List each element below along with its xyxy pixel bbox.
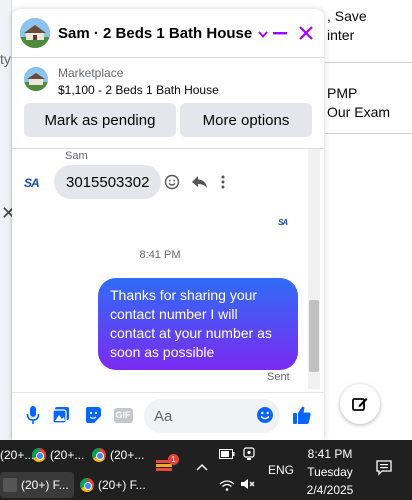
gif-icon[interactable]: GIF: [112, 404, 134, 426]
chrome-icon: [80, 478, 94, 492]
chat-title[interactable]: Sam · 2 Beds 1 Bath House: [58, 25, 252, 42]
read-receipt-avatar: SA: [278, 218, 288, 227]
chat-window: Sam · 2 Beds 1 Bath House Marketplace $1…: [12, 9, 324, 440]
notification-icon[interactable]: [376, 460, 392, 479]
message-timestamp: 8:41 PM: [139, 249, 181, 261]
minimize-icon: [273, 32, 287, 35]
listing-avatar[interactable]: [20, 18, 50, 48]
taskbar-app[interactable]: (20+...: [32, 442, 88, 468]
listing-source: Marketplace: [58, 66, 124, 80]
marketplace-listing: Marketplace $1,100 - 2 Beds 1 Bath House…: [12, 57, 324, 149]
reply-icon[interactable]: [191, 174, 208, 194]
language-indicator[interactable]: ENG: [268, 463, 294, 477]
react-icon[interactable]: [164, 174, 180, 194]
listing-title[interactable]: $1,100 - 2 Beds 1 Bath House: [58, 83, 219, 97]
taskbar-app-label: (20+) F...: [98, 478, 146, 492]
like-button[interactable]: [291, 404, 313, 426]
chevron-down-icon[interactable]: [258, 26, 268, 41]
taskbar-app-label: (20+) F...: [21, 478, 69, 492]
chrome-icon: [92, 448, 106, 462]
close-icon: [299, 26, 313, 40]
close-chat-button[interactable]: [294, 21, 318, 45]
divider: [325, 133, 412, 134]
emoji-icon[interactable]: [254, 404, 276, 426]
incoming-message[interactable]: 3015503302: [54, 165, 162, 199]
listing-thumbnail[interactable]: [24, 67, 48, 91]
taskbar-app-label: (20+...: [0, 448, 35, 462]
window-icon: [3, 478, 17, 492]
scrollbar-thumb[interactable]: [309, 300, 319, 372]
sticker-icon[interactable]: [82, 404, 104, 426]
divider: [325, 62, 412, 63]
message-status: Sent: [267, 371, 290, 383]
background-left-text: ty: [0, 51, 11, 67]
wifi-icon[interactable]: [219, 479, 235, 494]
camera-icon[interactable]: [243, 447, 255, 464]
clock-day: Tuesday: [307, 465, 353, 479]
photo-icon[interactable]: [50, 404, 72, 426]
compose-icon: [352, 398, 368, 411]
sender-name: Sam: [65, 150, 88, 162]
more-actions-icon[interactable]: [220, 174, 226, 194]
taskbar: (20+... (20+... (20+... (20+) F... (20+)…: [0, 440, 412, 500]
taskbar-app-active[interactable]: (20+) F...: [0, 472, 74, 498]
taskbar-app[interactable]: (20+...: [92, 442, 148, 468]
background-text-line: inter: [327, 27, 355, 43]
mark-as-pending-button[interactable]: Mark as pending: [24, 103, 176, 137]
chevron-up-icon[interactable]: [196, 459, 208, 474]
thumbs-up-icon: [293, 406, 311, 424]
taskbar-app-label: (20+...: [110, 448, 145, 462]
gif-label: GIF: [113, 407, 133, 423]
battery-icon[interactable]: [219, 448, 235, 462]
chat-header[interactable]: Sam · 2 Beds 1 Bath House: [12, 9, 324, 57]
clock-time: 8:41 PM: [307, 447, 353, 461]
speaker-mute-icon[interactable]: [240, 478, 256, 493]
taskbar-app-label: (20+...: [50, 448, 85, 462]
new-message-button[interactable]: [340, 384, 380, 424]
background-text-line: , Save: [327, 8, 367, 24]
background-text-line: PMP: [327, 85, 358, 101]
microphone-icon[interactable]: [22, 404, 44, 426]
minimize-button[interactable]: [268, 21, 292, 45]
message-list: Sam SA 3015503302 SA 8:41 PM Thanks for …: [12, 149, 324, 389]
notification-badge: 1: [168, 454, 179, 465]
chrome-icon: [32, 448, 46, 462]
taskbar-app[interactable]: (20+...: [0, 442, 34, 468]
background-text-line: Our Exam: [327, 104, 391, 120]
outgoing-message[interactable]: Thanks for sharing your contact number I…: [98, 278, 298, 370]
flag-app-icon[interactable]: 1: [156, 454, 179, 476]
sender-avatar[interactable]: SA: [24, 176, 40, 190]
taskbar-app[interactable]: (20+) F...: [80, 472, 154, 498]
message-composer: GIF: [12, 392, 324, 440]
clock-date: 2/4/2025: [306, 483, 354, 497]
more-options-button[interactable]: More options: [180, 103, 312, 137]
clock[interactable]: 8:41 PM Tuesday 2/4/2025: [298, 446, 362, 498]
